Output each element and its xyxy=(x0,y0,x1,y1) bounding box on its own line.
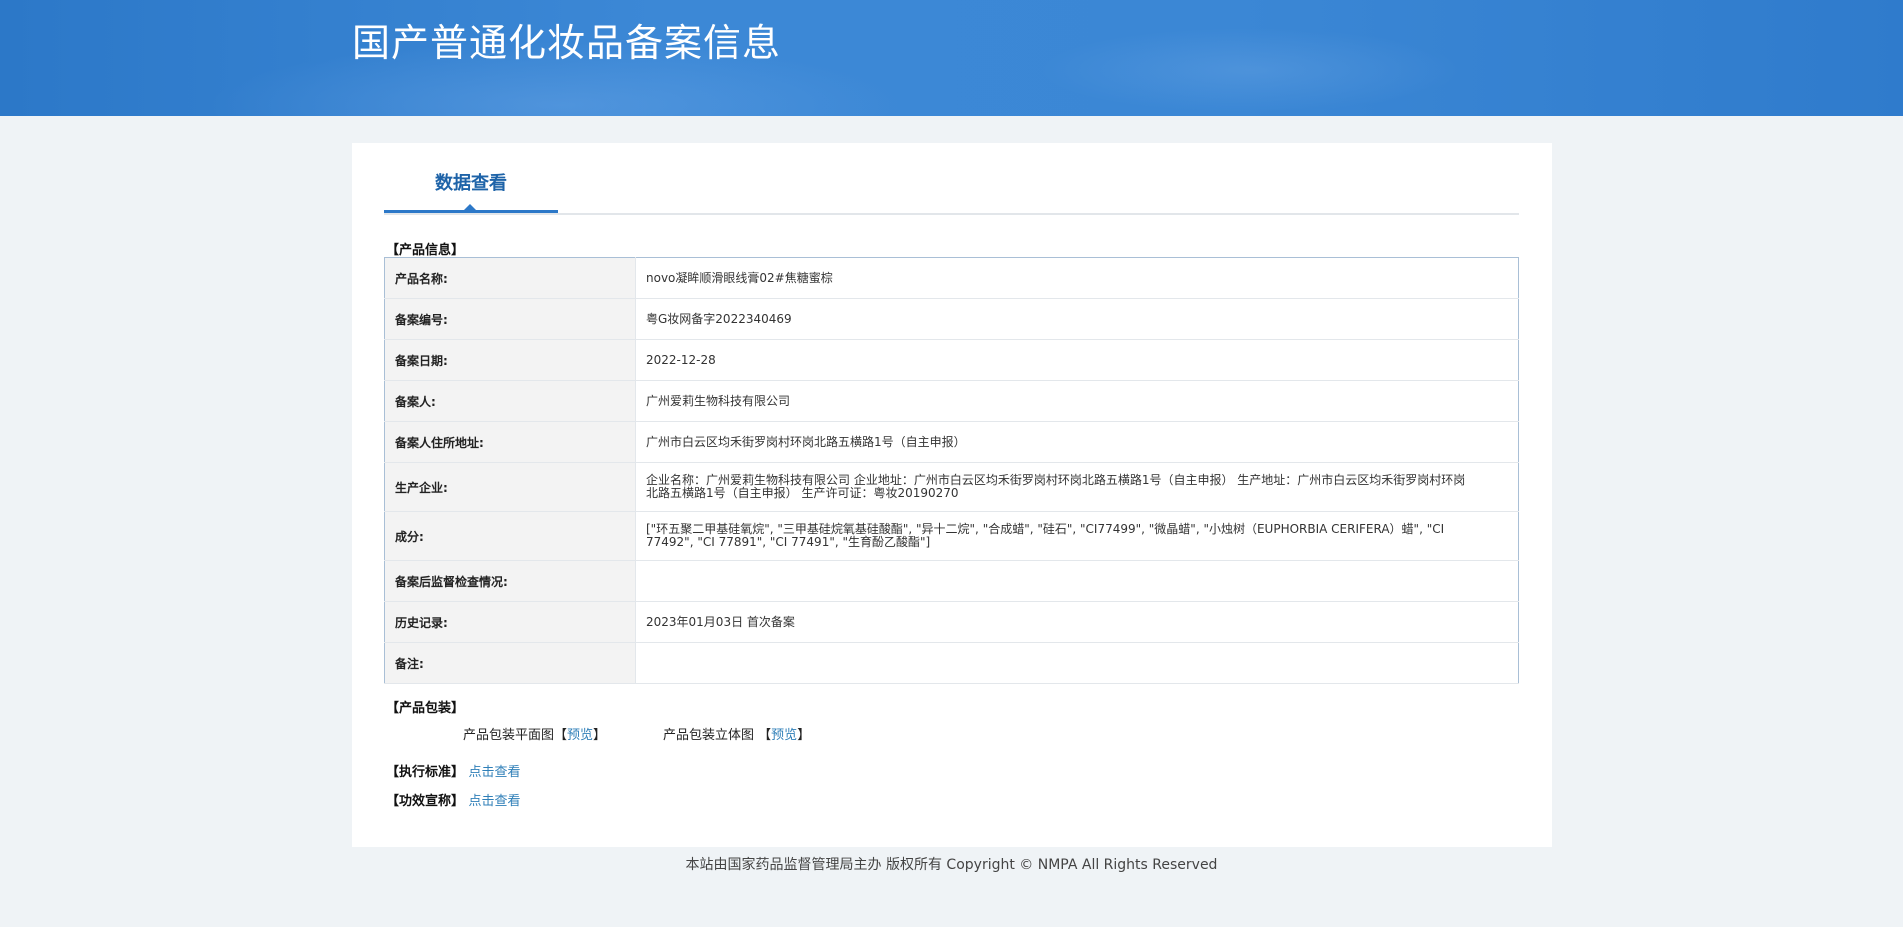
solid-preview-link[interactable]: 预览 xyxy=(771,728,797,743)
product-info-table: 产品名称: novo凝眸顺滑眼线膏02#焦糖蜜棕 备案编号: 粤G妆网备字202… xyxy=(384,257,1519,684)
ingredients-text: ["环五聚二甲基硅氧烷", "三甲基硅烷氧基硅酸酯", "异十二烷", "合成蜡… xyxy=(646,522,1445,549)
packaging-flat-label: 产品包装平面图 xyxy=(463,728,555,743)
row-value-registrant-address: 广州市白云区均禾街罗岗村环岗北路五横路1号（自主申报） xyxy=(635,421,1519,463)
bracket-open: 【 xyxy=(758,728,772,743)
bracket-close: 】 xyxy=(797,728,811,743)
row-value-registrant: 广州爱莉生物科技有限公司 xyxy=(635,380,1519,422)
row-label-supervision: 备案后监督检查情况: xyxy=(384,560,636,602)
row-label-manufacturer: 生产企业: xyxy=(384,462,636,512)
row-value-product-name: novo凝眸顺滑眼线膏02#焦糖蜜棕 xyxy=(635,257,1519,299)
row-label-registrant-address: 备案人住所地址: xyxy=(384,421,636,463)
row-value-remarks xyxy=(635,642,1519,684)
row-label-filing-number: 备案编号: xyxy=(384,298,636,340)
table-row: 备案日期: 2022-12-28 xyxy=(384,339,1519,381)
table-row: 备案人住所地址: 广州市白云区均禾街罗岗村环岗北路五横路1号（自主申报） xyxy=(384,421,1519,463)
row-value-supervision xyxy=(635,560,1519,602)
packaging-solid-label: 产品包装立体图 xyxy=(663,728,755,743)
tab-data-view-label: 数据查看 xyxy=(435,173,507,194)
table-row: 产品名称: novo凝眸顺滑眼线膏02#焦糖蜜棕 xyxy=(384,257,1519,299)
table-row: 备注: xyxy=(384,642,1519,684)
tab-bar: 数据查看 xyxy=(384,143,1519,215)
packaging-section-title: 【产品包装】 xyxy=(386,701,465,716)
product-info-section-title: 【产品信息】 xyxy=(386,243,465,258)
bracket-open: 【 xyxy=(554,728,568,743)
table-row: 成分: ["环五聚二甲基硅氧烷", "三甲基硅烷氧基硅酸酯", "异十二烷", … xyxy=(384,511,1519,561)
content-panel: 数据查看 【产品信息】 产品名称: novo凝眸顺滑眼线膏02#焦糖蜜棕 备案编… xyxy=(352,143,1552,847)
efficacy-view-link[interactable]: 点击查看 xyxy=(469,794,521,809)
row-label-history: 历史记录: xyxy=(384,601,636,643)
packaging-solid-item: 产品包装立体图 【预览】 xyxy=(663,724,810,743)
manufacturer-text: 企业名称：广州爱莉生物科技有限公司 企业地址：广州市白云区均禾街罗岗村环岗北路五… xyxy=(646,473,1466,500)
tab-caret-icon xyxy=(464,204,476,210)
packaging-flat-item: 产品包装平面图【预览】 xyxy=(463,724,606,743)
table-row: 生产企业: 企业名称：广州爱莉生物科技有限公司 企业地址：广州市白云区均禾街罗岗… xyxy=(384,462,1519,512)
table-row: 历史记录: 2023年01月03日 首次备案 xyxy=(384,601,1519,643)
row-value-filing-number: 粤G妆网备字2022340469 xyxy=(635,298,1519,340)
row-value-filing-date: 2022-12-28 xyxy=(635,339,1519,381)
row-label-registrant: 备案人: xyxy=(384,380,636,422)
row-value-history: 2023年01月03日 首次备案 xyxy=(635,601,1519,643)
row-value-manufacturer: 企业名称：广州爱莉生物科技有限公司 企业地址：广州市白云区均禾街罗岗村环岗北路五… xyxy=(635,462,1519,512)
tab-data-view[interactable]: 数据查看 xyxy=(384,143,558,213)
row-label-remarks: 备注: xyxy=(384,642,636,684)
table-row: 备案编号: 粤G妆网备字2022340469 xyxy=(384,298,1519,340)
header-banner: 国产普通化妆品备案信息 xyxy=(0,0,1903,116)
standard-section: 【执行标准】 点击查看 xyxy=(386,761,521,780)
bracket-close: 】 xyxy=(593,728,607,743)
page-title: 国产普通化妆品备案信息 xyxy=(352,21,782,65)
standard-label: 【执行标准】 xyxy=(386,765,465,780)
table-row: 备案人: 广州爱莉生物科技有限公司 xyxy=(384,380,1519,422)
flat-preview-link[interactable]: 预览 xyxy=(567,728,593,743)
table-row: 备案后监督检查情况: xyxy=(384,560,1519,602)
standard-view-link[interactable]: 点击查看 xyxy=(469,765,521,780)
row-label-ingredients: 成分: xyxy=(384,511,636,561)
efficacy-section: 【功效宣称】 点击查看 xyxy=(386,790,521,809)
footer-copyright: 本站由国家药品监督管理局主办 版权所有 Copyright © NMPA All… xyxy=(685,857,1218,873)
row-value-ingredients: ["环五聚二甲基硅氧烷", "三甲基硅烷氧基硅酸酯", "异十二烷", "合成蜡… xyxy=(635,511,1519,561)
efficacy-label: 【功效宣称】 xyxy=(386,794,465,809)
row-label-product-name: 产品名称: xyxy=(384,257,636,299)
row-label-filing-date: 备案日期: xyxy=(384,339,636,381)
